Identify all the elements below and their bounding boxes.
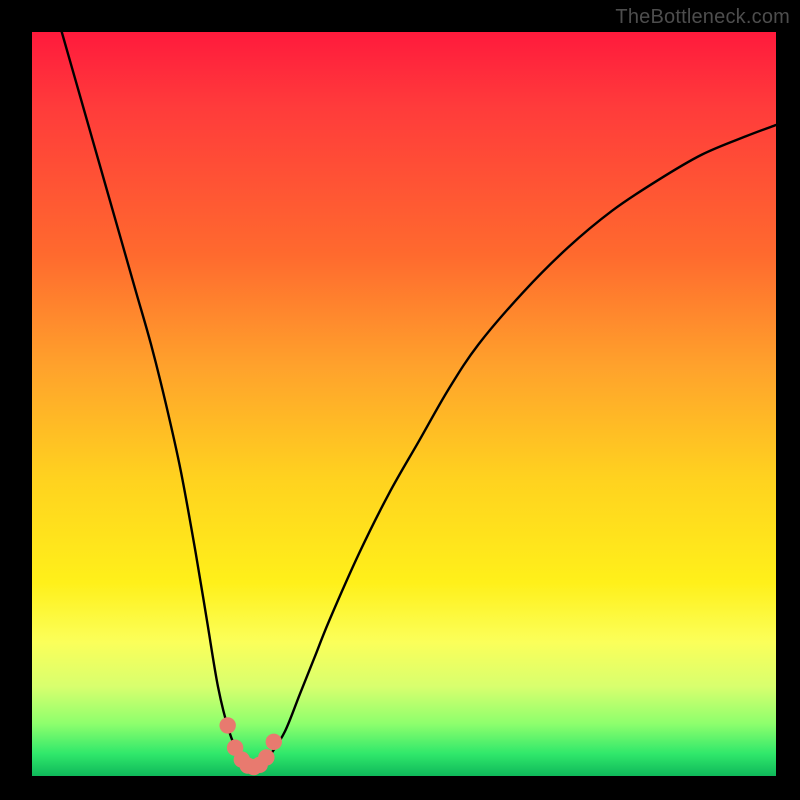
chart-svg — [32, 32, 776, 776]
trough-marker — [266, 734, 282, 750]
trough-marker — [219, 717, 235, 733]
chart-plot-area — [32, 32, 776, 776]
trough-marker — [258, 749, 274, 765]
trough-markers — [219, 717, 282, 775]
chart-frame: TheBottleneck.com — [0, 0, 800, 800]
bottleneck-curve — [62, 32, 776, 767]
watermark-text: TheBottleneck.com — [615, 6, 790, 29]
